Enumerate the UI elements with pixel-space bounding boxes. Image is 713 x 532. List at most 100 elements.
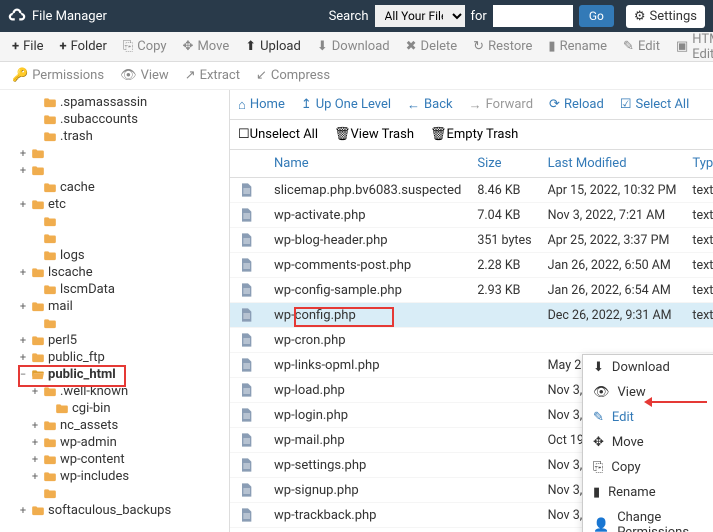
- tree-item[interactable]: +mail: [0, 298, 229, 315]
- col-modified[interactable]: Last Modified: [540, 150, 685, 178]
- tree-item[interactable]: +nc_assets: [0, 417, 229, 434]
- file-button[interactable]: +File: [4, 35, 52, 58]
- app-title: File Manager: [32, 9, 107, 24]
- reload-icon: ⟳: [549, 97, 560, 112]
- ctx-copy[interactable]: ⎘Copy: [583, 455, 713, 480]
- table-row[interactable]: wp-config.phpDec 26, 2022, 9:31 AMtext/x…: [230, 303, 713, 328]
- select-all-button[interactable]: ☑Select All: [620, 97, 689, 112]
- table-row[interactable]: slicemap.php.bv6083.suspected8.46 KBApr …: [230, 178, 713, 203]
- col-type[interactable]: Type: [684, 150, 713, 178]
- unselect-all-button[interactable]: ☐Unselect All: [238, 127, 318, 142]
- upload-icon: ⬆: [245, 39, 256, 54]
- app-header: File Manager Search All Your Files for G…: [0, 0, 713, 32]
- ctx-edit[interactable]: ✎Edit: [583, 405, 713, 430]
- view-button[interactable]: 👁View: [112, 64, 177, 87]
- tree-item[interactable]: −public_html: [0, 366, 229, 383]
- tree-item[interactable]: .subaccounts: [0, 111, 229, 128]
- nav-toolbar2: ☐Unselect All 🗑View Trash 🗑Empty Trash: [230, 120, 713, 150]
- ctx-permissions[interactable]: 👤Change Permissions: [583, 505, 713, 532]
- eye-icon: 👁: [593, 385, 610, 400]
- home-button[interactable]: ⌂Home: [238, 97, 285, 113]
- user-icon: 👤: [593, 518, 609, 532]
- tree-item[interactable]: logs: [0, 247, 229, 264]
- delete-button[interactable]: ✖Delete: [398, 35, 466, 58]
- copy-icon: ⎘: [593, 460, 603, 475]
- main-toolbar: +File +Folder ⎘Copy ✥Move ⬆Upload ⬇Downl…: [0, 32, 713, 62]
- tree-item[interactable]: +etc: [0, 196, 229, 213]
- ctx-rename[interactable]: ▮Rename: [583, 480, 713, 505]
- tree-item[interactable]: +: [0, 145, 229, 162]
- html-editor-button[interactable]: ▣HTML Editor: [668, 28, 713, 66]
- edit-icon: ✎: [593, 410, 604, 425]
- col-size[interactable]: Size: [469, 150, 539, 178]
- move-button[interactable]: ✥Move: [175, 35, 238, 58]
- table-row[interactable]: wp-blog-header.php351 bytesApr 25, 2022,…: [230, 228, 713, 253]
- table-row[interactable]: wp-activate.php7.04 KBNov 3, 2022, 7:21 …: [230, 203, 713, 228]
- move-icon: ✥: [183, 39, 194, 54]
- permissions-button[interactable]: 🔑Permissions: [4, 64, 112, 87]
- tree-item[interactable]: +wp-admin: [0, 434, 229, 451]
- tree-item[interactable]: .trash: [0, 128, 229, 145]
- search-label: Search: [329, 9, 369, 24]
- edit-button[interactable]: ✎Edit: [615, 35, 668, 58]
- search-scope-select[interactable]: All Your Files: [375, 5, 465, 27]
- table-row[interactable]: wp-config-sample.php2.93 KBJan 26, 2022,…: [230, 278, 713, 303]
- back-button[interactable]: ←Back: [407, 97, 453, 113]
- secondary-toolbar: 🔑Permissions 👁View ↗Extract ↙Compress: [0, 62, 713, 90]
- tree-item[interactable]: [0, 315, 229, 332]
- compress-icon: ↙: [256, 68, 267, 83]
- tree-item[interactable]: +wp-content: [0, 451, 229, 468]
- table-row[interactable]: wp-cron.php: [230, 328, 713, 353]
- restore-icon: ↻: [473, 39, 484, 54]
- empty-trash-button[interactable]: 🗑Empty Trash: [430, 127, 518, 142]
- tree-item[interactable]: [0, 230, 229, 247]
- tree-item[interactable]: [0, 213, 229, 230]
- ctx-move[interactable]: ✥Move: [583, 430, 713, 455]
- tree-item[interactable]: lscmData: [0, 281, 229, 298]
- search-input[interactable]: [493, 5, 573, 27]
- tree-item[interactable]: +wp-includes: [0, 468, 229, 485]
- restore-button[interactable]: ↻Restore: [465, 35, 540, 58]
- key-icon: 🔑: [12, 68, 28, 83]
- rename-button[interactable]: ▮Rename: [540, 35, 615, 58]
- tree-item[interactable]: +: [0, 162, 229, 179]
- back-icon: ←: [407, 97, 420, 113]
- tree-item[interactable]: +.well-known: [0, 383, 229, 400]
- folder-tree[interactable]: .spamassassin.subaccounts.trash+ + cache…: [0, 90, 230, 532]
- tree-item[interactable]: cache: [0, 179, 229, 196]
- rename-icon: ▮: [593, 485, 600, 500]
- up-level-button[interactable]: ↥Up One Level: [301, 97, 391, 112]
- table-row[interactable]: wp-comments-post.php2.28 KBJan 26, 2022,…: [230, 253, 713, 278]
- uncheck-icon: ☐: [238, 127, 250, 142]
- ctx-download[interactable]: ⬇Download: [583, 355, 713, 380]
- rename-icon: ▮: [548, 39, 555, 54]
- col-name[interactable]: Name: [266, 150, 469, 178]
- tree-item[interactable]: .spamassassin: [0, 94, 229, 111]
- tree-item[interactable]: +softaculous_backups: [0, 502, 229, 519]
- upload-button[interactable]: ⬆Upload: [237, 35, 309, 58]
- view-trash-button[interactable]: 🗑View Trash: [334, 127, 414, 142]
- tree-item[interactable]: +public_ftp: [0, 349, 229, 366]
- download-button[interactable]: ⬇Download: [309, 35, 398, 58]
- delete-icon: ✖: [406, 39, 417, 54]
- forward-button[interactable]: →Forward: [469, 97, 533, 113]
- download-icon: ⬇: [317, 39, 328, 54]
- tree-item[interactable]: +lscache: [0, 264, 229, 281]
- nav-toolbar: ⌂Home ↥Up One Level ←Back →Forward ⟳Relo…: [230, 90, 713, 120]
- reload-button[interactable]: ⟳Reload: [549, 97, 604, 112]
- folder-button[interactable]: +Folder: [52, 35, 115, 58]
- extract-icon: ↗: [185, 68, 196, 83]
- extract-button[interactable]: ↗Extract: [177, 64, 248, 87]
- compress-button[interactable]: ↙Compress: [248, 64, 338, 87]
- settings-button[interactable]: ⚙Settings: [626, 5, 705, 28]
- copy-button[interactable]: ⎘Copy: [115, 35, 175, 58]
- edit-icon: ✎: [623, 39, 634, 54]
- gear-icon: ⚙: [634, 9, 646, 24]
- tree-item[interactable]: [0, 485, 229, 502]
- app-logo: File Manager: [8, 7, 107, 25]
- forward-icon: →: [469, 97, 482, 113]
- tree-item[interactable]: cgi-bin: [0, 400, 229, 417]
- for-label: for: [471, 9, 487, 24]
- go-button[interactable]: Go: [579, 5, 614, 27]
- tree-item[interactable]: +perl5: [0, 332, 229, 349]
